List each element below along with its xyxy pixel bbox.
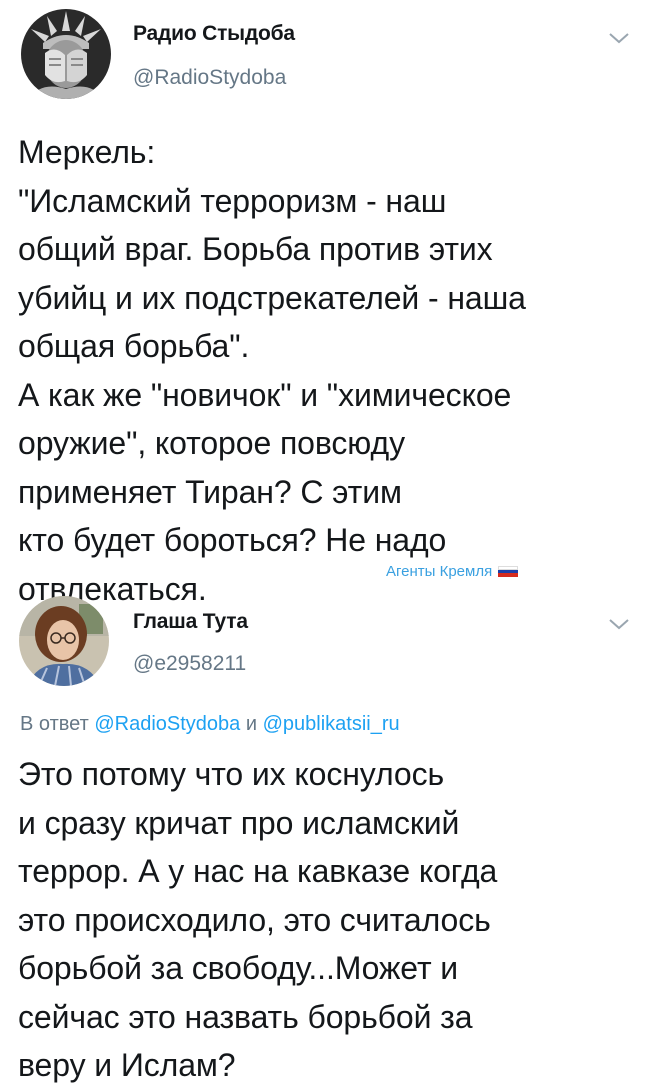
author-name[interactable]: Глаша Тута xyxy=(133,610,248,634)
tweet-text: Меркель: "Исламский терроризм - наш общи… xyxy=(18,128,526,613)
tweet-text-line: А как же "новичок" и "химическое xyxy=(18,376,512,413)
tweet-text-line: Это потому что их коснулось xyxy=(18,756,445,792)
tweet-text-line: веру и Ислам? xyxy=(18,1047,236,1083)
reply-mention-link[interactable]: @RadioStydoba xyxy=(94,713,240,735)
tweet-text-line: применяет Тиран? С этим xyxy=(18,473,402,510)
tweet-text-line: и сразу кричат про исламский xyxy=(18,804,460,841)
tweet-text-line: это происходило, это считалось xyxy=(18,901,491,938)
avatar[interactable] xyxy=(21,9,111,99)
tweet-text-line: сейчас это назвать борьбой за xyxy=(18,998,473,1035)
author-handle[interactable]: @e2958211 xyxy=(133,652,246,676)
tweet-glasha-tuta: Глаша Тута @e2958211 В ответ @RadioStydo… xyxy=(0,590,649,1083)
chevron-down-icon[interactable] xyxy=(607,616,631,632)
tweet-text-line: Меркель: xyxy=(18,134,156,170)
reply-context: В ответ @RadioStydoba и @publikatsii_ru xyxy=(20,713,400,736)
tweet-text: Это потому что их коснулось и сразу крич… xyxy=(18,750,497,1090)
tweet-radio-stydoba: Радио Стыдоба @RadioStydoba Меркель: "Ис… xyxy=(0,0,649,607)
tweet-text-line: борьбой за свободу...Может и xyxy=(18,950,459,986)
tweet-text-line: общая борьба". xyxy=(18,328,250,364)
russian-flag-icon xyxy=(498,566,519,577)
woman-portrait-avatar-icon xyxy=(19,596,109,686)
watermark: Агенты Кремля xyxy=(386,563,519,580)
reply-mention-link[interactable]: @publikatsii_ru xyxy=(263,713,400,735)
author-name[interactable]: Радио Стыдоба xyxy=(133,22,295,46)
tweet-text-line: убийц и их подстрекателей - наша xyxy=(18,279,526,316)
reply-prefix: В ответ xyxy=(20,713,89,735)
tweet-text-line: "Исламский терроризм - наш xyxy=(18,182,447,219)
statue-facepalm-avatar-icon xyxy=(21,9,111,99)
watermark-text: Агенты Кремля xyxy=(386,563,493,580)
author-handle[interactable]: @RadioStydoba xyxy=(133,66,286,90)
chevron-down-icon[interactable] xyxy=(607,30,631,46)
tweet-text-line: террор. А у нас на кавказе когда xyxy=(18,853,498,889)
tweet-text-line: общий враг. Борьба против этих xyxy=(18,231,493,267)
avatar[interactable] xyxy=(19,596,109,686)
tweet-text-line: оружие", которое повсюду xyxy=(18,425,405,461)
reply-joiner: и xyxy=(245,713,258,735)
tweet-text-line: кто будет бороться? Не надо xyxy=(18,522,447,558)
